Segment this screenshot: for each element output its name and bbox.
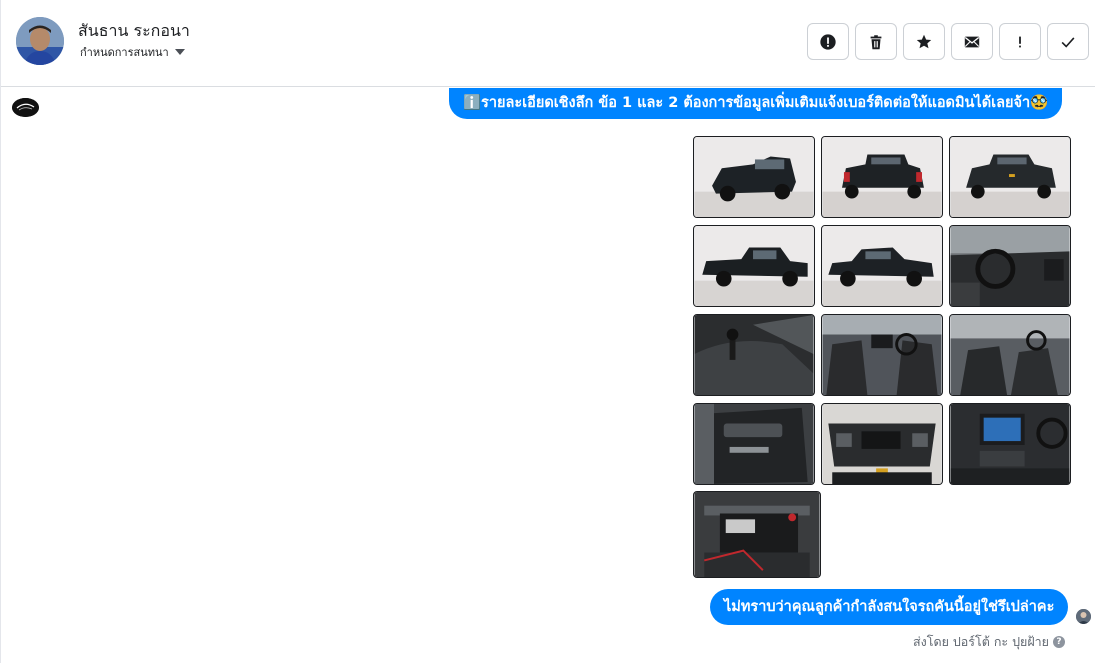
important-button[interactable] bbox=[999, 23, 1041, 60]
contact-name[interactable]: สันธาน ระกอนา bbox=[78, 19, 190, 44]
gallery-photo-engine-bay[interactable] bbox=[821, 403, 943, 485]
delete-button[interactable] bbox=[855, 23, 897, 60]
mark-done-button[interactable] bbox=[1047, 23, 1089, 60]
gallery-photo-truck-rear-quarter[interactable] bbox=[949, 136, 1071, 218]
sent-by-text: ส่งโดย ปอร์โต้ กะ ปุยฝ้าย bbox=[913, 634, 1050, 649]
sent-by-label: ส่งโดย ปอร์โต้ กะ ปุยฝ้าย ? bbox=[913, 632, 1066, 652]
mark-unread-button[interactable] bbox=[951, 23, 993, 60]
sender-avatar bbox=[1076, 609, 1091, 624]
caret-down-icon bbox=[174, 49, 185, 55]
gallery-photo-battery[interactable] bbox=[693, 491, 821, 578]
checkmark-icon bbox=[1061, 36, 1075, 48]
stage-label: กำหนดการสนทนา bbox=[80, 46, 169, 59]
gallery-photo-front-seats[interactable] bbox=[821, 314, 943, 396]
header-actions bbox=[807, 23, 1089, 60]
page-logo-avatar bbox=[12, 98, 39, 117]
contact-avatar[interactable] bbox=[16, 17, 64, 65]
conversation-stage-dropdown[interactable]: กำหนดการสนทนา bbox=[80, 43, 185, 61]
trash-icon bbox=[870, 34, 882, 49]
help-icon[interactable]: ? bbox=[1053, 636, 1066, 648]
conversation-header: สันธาน ระกอนา กำหนดการสนทนา bbox=[1, 0, 1095, 87]
gallery-photo-truck-rear[interactable] bbox=[821, 136, 943, 218]
gallery-photo-infotainment[interactable] bbox=[949, 403, 1071, 485]
gallery-photo-truck-side[interactable] bbox=[693, 225, 815, 307]
star-button[interactable] bbox=[903, 23, 945, 60]
photo-gallery bbox=[693, 136, 1072, 578]
gallery-photo-dashboard[interactable] bbox=[949, 225, 1071, 307]
gallery-photo-door-panel[interactable] bbox=[693, 403, 815, 485]
envelope-icon bbox=[964, 36, 980, 47]
message-thread[interactable]: ℹ️รายละเอียดเชิงลึก ข้อ 1 และ 2 ต้องการข… bbox=[1, 88, 1095, 663]
report-spam-button[interactable] bbox=[807, 23, 849, 60]
gallery-photo-gear-shift[interactable] bbox=[693, 314, 815, 396]
exclamation-icon bbox=[1019, 36, 1021, 47]
alert-circle-icon bbox=[820, 33, 836, 50]
inbox-conversation: สันธาน ระกอนา กำหนดการสนทนา ℹ️รายละเอียด… bbox=[0, 0, 1095, 663]
message-bubble-question[interactable]: ไม่ทราบว่าคุณลูกค้ากำลังสนใจรถคันนี้อยู่… bbox=[710, 589, 1069, 625]
gallery-photo-seats-interior[interactable] bbox=[949, 314, 1071, 396]
gallery-photo-truck-side-front[interactable] bbox=[821, 225, 943, 307]
message-bubble-details[interactable]: ℹ️รายละเอียดเชิงลึก ข้อ 1 และ 2 ต้องการข… bbox=[449, 88, 1063, 119]
star-icon bbox=[916, 34, 932, 48]
gallery-photo-truck-front[interactable] bbox=[693, 136, 815, 218]
